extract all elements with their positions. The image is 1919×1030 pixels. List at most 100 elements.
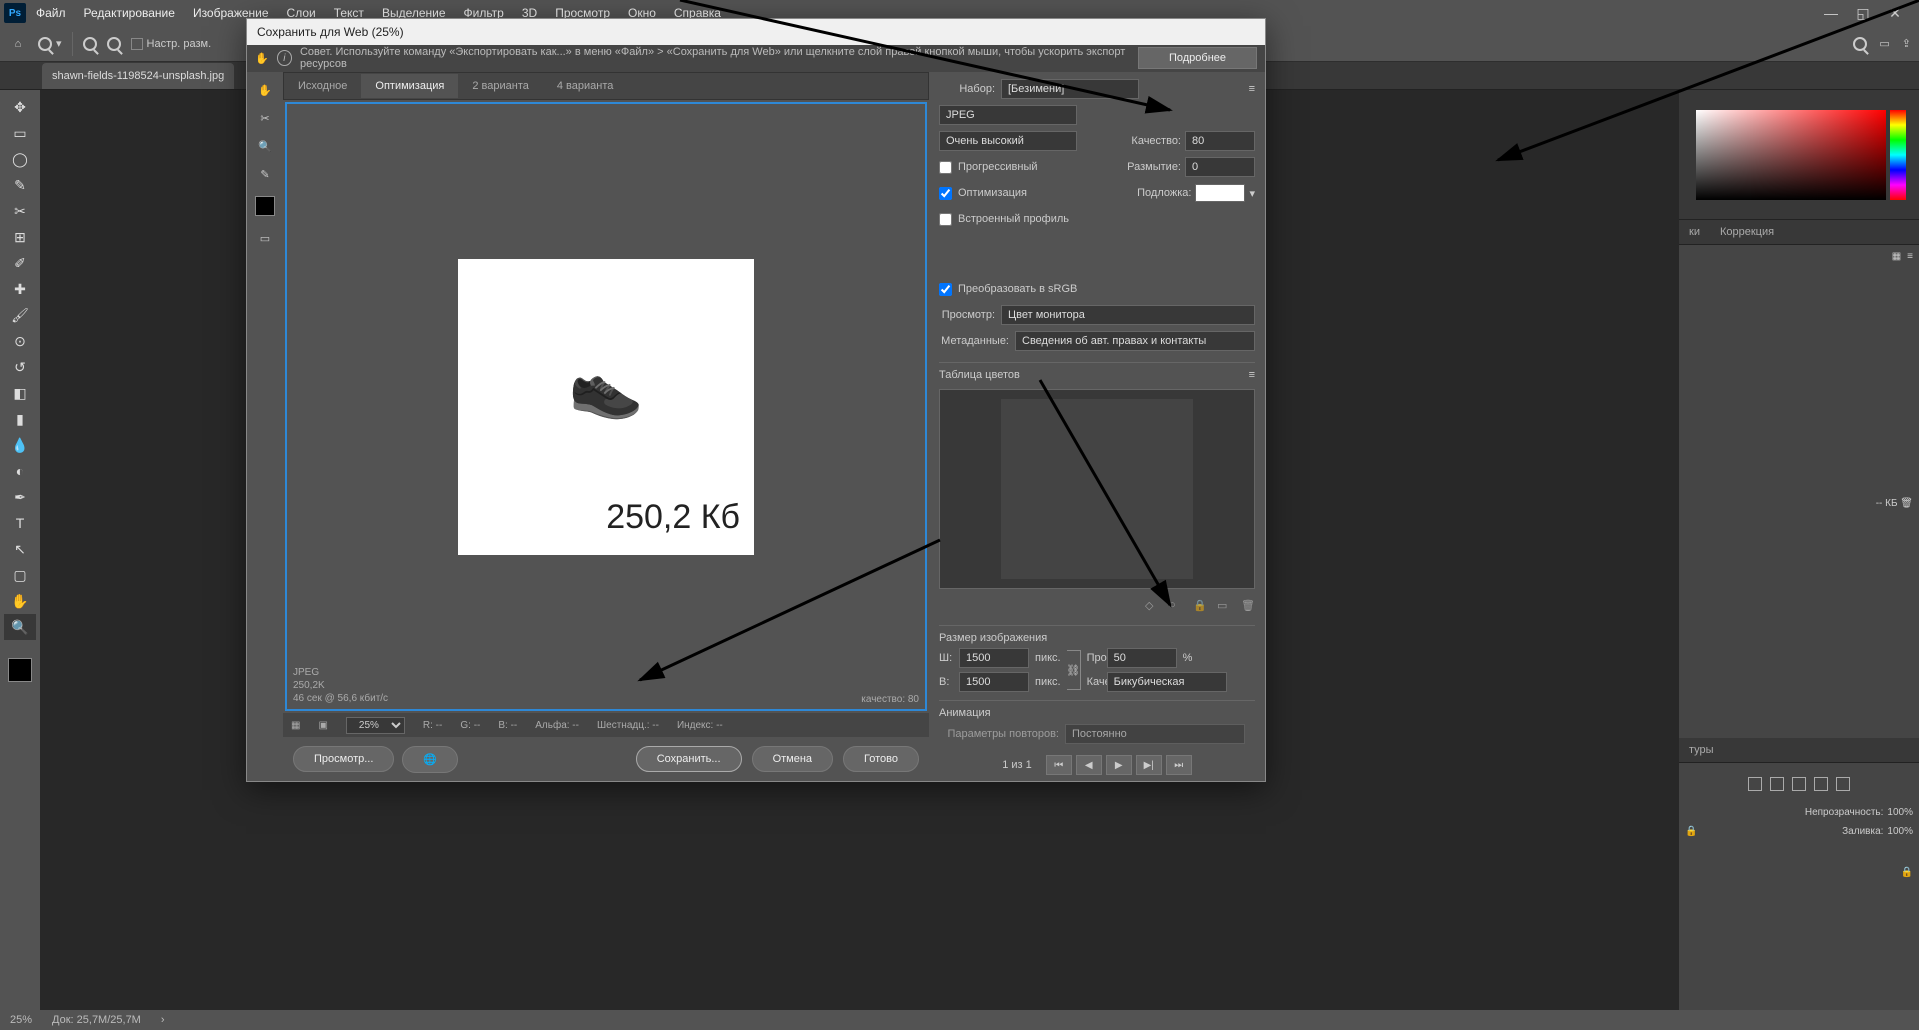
stamp-tool-icon[interactable]: ⊙ xyxy=(4,328,36,354)
hue-strip[interactable] xyxy=(1890,110,1906,200)
layer-filter-icon[interactable] xyxy=(1748,777,1762,791)
matte-swatch[interactable] xyxy=(1195,184,1245,202)
tab-contours[interactable]: туры xyxy=(1679,738,1724,762)
slice-tool-icon[interactable]: ✂ xyxy=(253,106,277,130)
blur-tool-icon[interactable]: 💧 xyxy=(4,432,36,458)
minimize-icon[interactable]: — xyxy=(1819,3,1843,23)
menu-edit[interactable]: Редактирование xyxy=(76,2,183,24)
home-icon[interactable]: ⌂ xyxy=(8,34,28,54)
lock-icon[interactable]: 🔒 xyxy=(1685,826,1697,837)
layout-icon[interactable]: ▭ xyxy=(1879,37,1889,50)
tab-correction[interactable]: Коррекция xyxy=(1710,220,1784,244)
play-button[interactable]: ▶ xyxy=(1106,755,1132,775)
list-view-icon[interactable]: ≡ xyxy=(1907,251,1913,262)
path-tool-icon[interactable]: ↖ xyxy=(4,536,36,562)
layer-filter-icon[interactable] xyxy=(1836,777,1850,791)
pen-tool-icon[interactable]: ✒ xyxy=(4,484,36,510)
blur-input[interactable] xyxy=(1185,157,1255,177)
resize-checkbox[interactable] xyxy=(131,38,143,50)
document-tab[interactable]: shawn-fields-1198524-unsplash.jpg xyxy=(42,63,234,89)
maximize-icon[interactable]: ◱ xyxy=(1851,3,1875,23)
dialog-title-bar[interactable]: Сохранить для Web (25%) xyxy=(247,19,1265,45)
eraser-tool-icon[interactable]: ◧ xyxy=(4,380,36,406)
shape-tool-icon[interactable]: ▢ xyxy=(4,562,36,588)
fill-value[interactable]: 100% xyxy=(1887,826,1913,837)
crop-tool-icon[interactable]: ✂ xyxy=(4,198,36,224)
optimized-checkbox[interactable] xyxy=(939,187,952,200)
srgb-checkbox[interactable] xyxy=(939,283,952,296)
eyedropper-tool-icon[interactable]: ✎ xyxy=(253,162,277,186)
gradient-tool-icon[interactable]: ▮ xyxy=(4,406,36,432)
status-zoom[interactable]: 25% xyxy=(10,1014,32,1026)
grid-view-icon[interactable]: ▦ xyxy=(1892,251,1901,262)
menu-icon[interactable]: ≡ xyxy=(1249,83,1255,95)
cancel-button[interactable]: Отмена xyxy=(752,746,833,772)
hand-tool-icon[interactable]: ✋ xyxy=(4,588,36,614)
preview-mode-select[interactable]: Цвет монитора xyxy=(1001,305,1255,325)
layer-filter-icon[interactable] xyxy=(1792,777,1806,791)
quality-preset-select[interactable]: Очень высокий xyxy=(939,131,1077,151)
slice-visibility-icon[interactable]: ▭ xyxy=(253,226,277,250)
zoom-dropdown-icon[interactable]: ▾ xyxy=(56,37,62,50)
tip-more-button[interactable]: Подробнее xyxy=(1138,47,1257,69)
embed-profile-checkbox[interactable] xyxy=(939,213,952,226)
layer-filter-icon[interactable] xyxy=(1814,777,1828,791)
link-icon[interactable]: ⛓ xyxy=(1067,650,1081,690)
ct-trash-icon[interactable]: 🗑 xyxy=(1241,599,1255,613)
hand-tool-icon[interactable]: ✋ xyxy=(253,78,277,102)
layer-filter-icon[interactable] xyxy=(1770,777,1784,791)
trash-icon[interactable]: 🗑 xyxy=(1900,498,1913,509)
chevron-down-icon[interactable]: ▾ xyxy=(1249,187,1255,200)
heal-tool-icon[interactable]: ✚ xyxy=(4,276,36,302)
ct-icon[interactable]: ○ xyxy=(1169,599,1183,613)
resample-select[interactable]: Бикубическая xyxy=(1107,672,1227,692)
format-select[interactable]: JPEG xyxy=(939,105,1077,125)
tab-optimized[interactable]: Оптимизация xyxy=(361,74,458,98)
hand-tool-icon[interactable]: ✋ xyxy=(255,52,269,65)
ct-icon[interactable]: ◇ xyxy=(1145,599,1159,613)
progressive-checkbox[interactable] xyxy=(939,161,952,174)
foreground-color-swatch[interactable] xyxy=(8,658,32,682)
zoom-tool-icon[interactable]: 🔍 xyxy=(253,134,277,158)
first-frame-button[interactable]: ⏮ xyxy=(1046,755,1072,775)
close-icon[interactable]: ✕ xyxy=(1883,3,1907,23)
save-button[interactable]: Сохранить... xyxy=(636,746,742,772)
zoom-tool-icon[interactable]: 🔍 xyxy=(4,614,36,640)
type-tool-icon[interactable]: T xyxy=(4,510,36,536)
frame-tool-icon[interactable]: ⊞ xyxy=(4,224,36,250)
lasso-tool-icon[interactable]: ◯ xyxy=(4,146,36,172)
zoom-in-icon[interactable] xyxy=(83,37,97,51)
quality-input[interactable] xyxy=(1185,131,1255,151)
tab-2up[interactable]: 2 варианта xyxy=(458,74,543,98)
height-input[interactable] xyxy=(959,672,1029,692)
color-field[interactable] xyxy=(1696,110,1886,200)
done-button[interactable]: Готово xyxy=(843,746,919,772)
zoom-icon[interactable] xyxy=(38,37,52,51)
share-icon[interactable]: ⇪ xyxy=(1902,37,1911,50)
opacity-value[interactable]: 100% xyxy=(1887,807,1913,818)
zoom-out-icon[interactable] xyxy=(107,37,121,51)
ct-icon[interactable]: ▭ xyxy=(1217,599,1231,613)
next-frame-button[interactable]: ▶| xyxy=(1136,755,1162,775)
ct-lock-icon[interactable]: 🔒 xyxy=(1193,599,1207,613)
move-tool-icon[interactable]: ✥ xyxy=(4,94,36,120)
history-brush-tool-icon[interactable]: ↺ xyxy=(4,354,36,380)
preview-button[interactable]: Просмотр... xyxy=(293,746,394,772)
metadata-select[interactable]: Сведения об авт. правах и контакты xyxy=(1015,331,1255,351)
browser-preview-button[interactable]: 🌐 xyxy=(402,746,458,773)
tab-4up[interactable]: 4 варианта xyxy=(543,74,628,98)
menu-file[interactable]: Файл xyxy=(28,2,74,24)
status-expand-icon[interactable]: › xyxy=(161,1014,165,1026)
last-frame-button[interactable]: ⏭ xyxy=(1166,755,1192,775)
grid-toggle-icon[interactable]: ▣ xyxy=(318,720,327,731)
tab-original[interactable]: Исходное xyxy=(284,74,361,98)
percent-input[interactable] xyxy=(1107,648,1177,668)
eyedropper-tool-icon[interactable]: ✐ xyxy=(4,250,36,276)
prev-frame-button[interactable]: ◀ xyxy=(1076,755,1102,775)
preview-area[interactable]: 👟 250,2 Кб JPEG 250,2K 46 сек @ 56,6 кби… xyxy=(285,102,927,711)
zoom-select[interactable]: 25% xyxy=(346,717,405,734)
preset-select[interactable]: [Безимени] xyxy=(1001,79,1139,99)
grid-toggle-icon[interactable]: ▦ xyxy=(291,720,300,731)
dodge-tool-icon[interactable]: ◐ xyxy=(4,458,36,484)
brush-tool-icon[interactable]: 🖌 xyxy=(4,302,36,328)
